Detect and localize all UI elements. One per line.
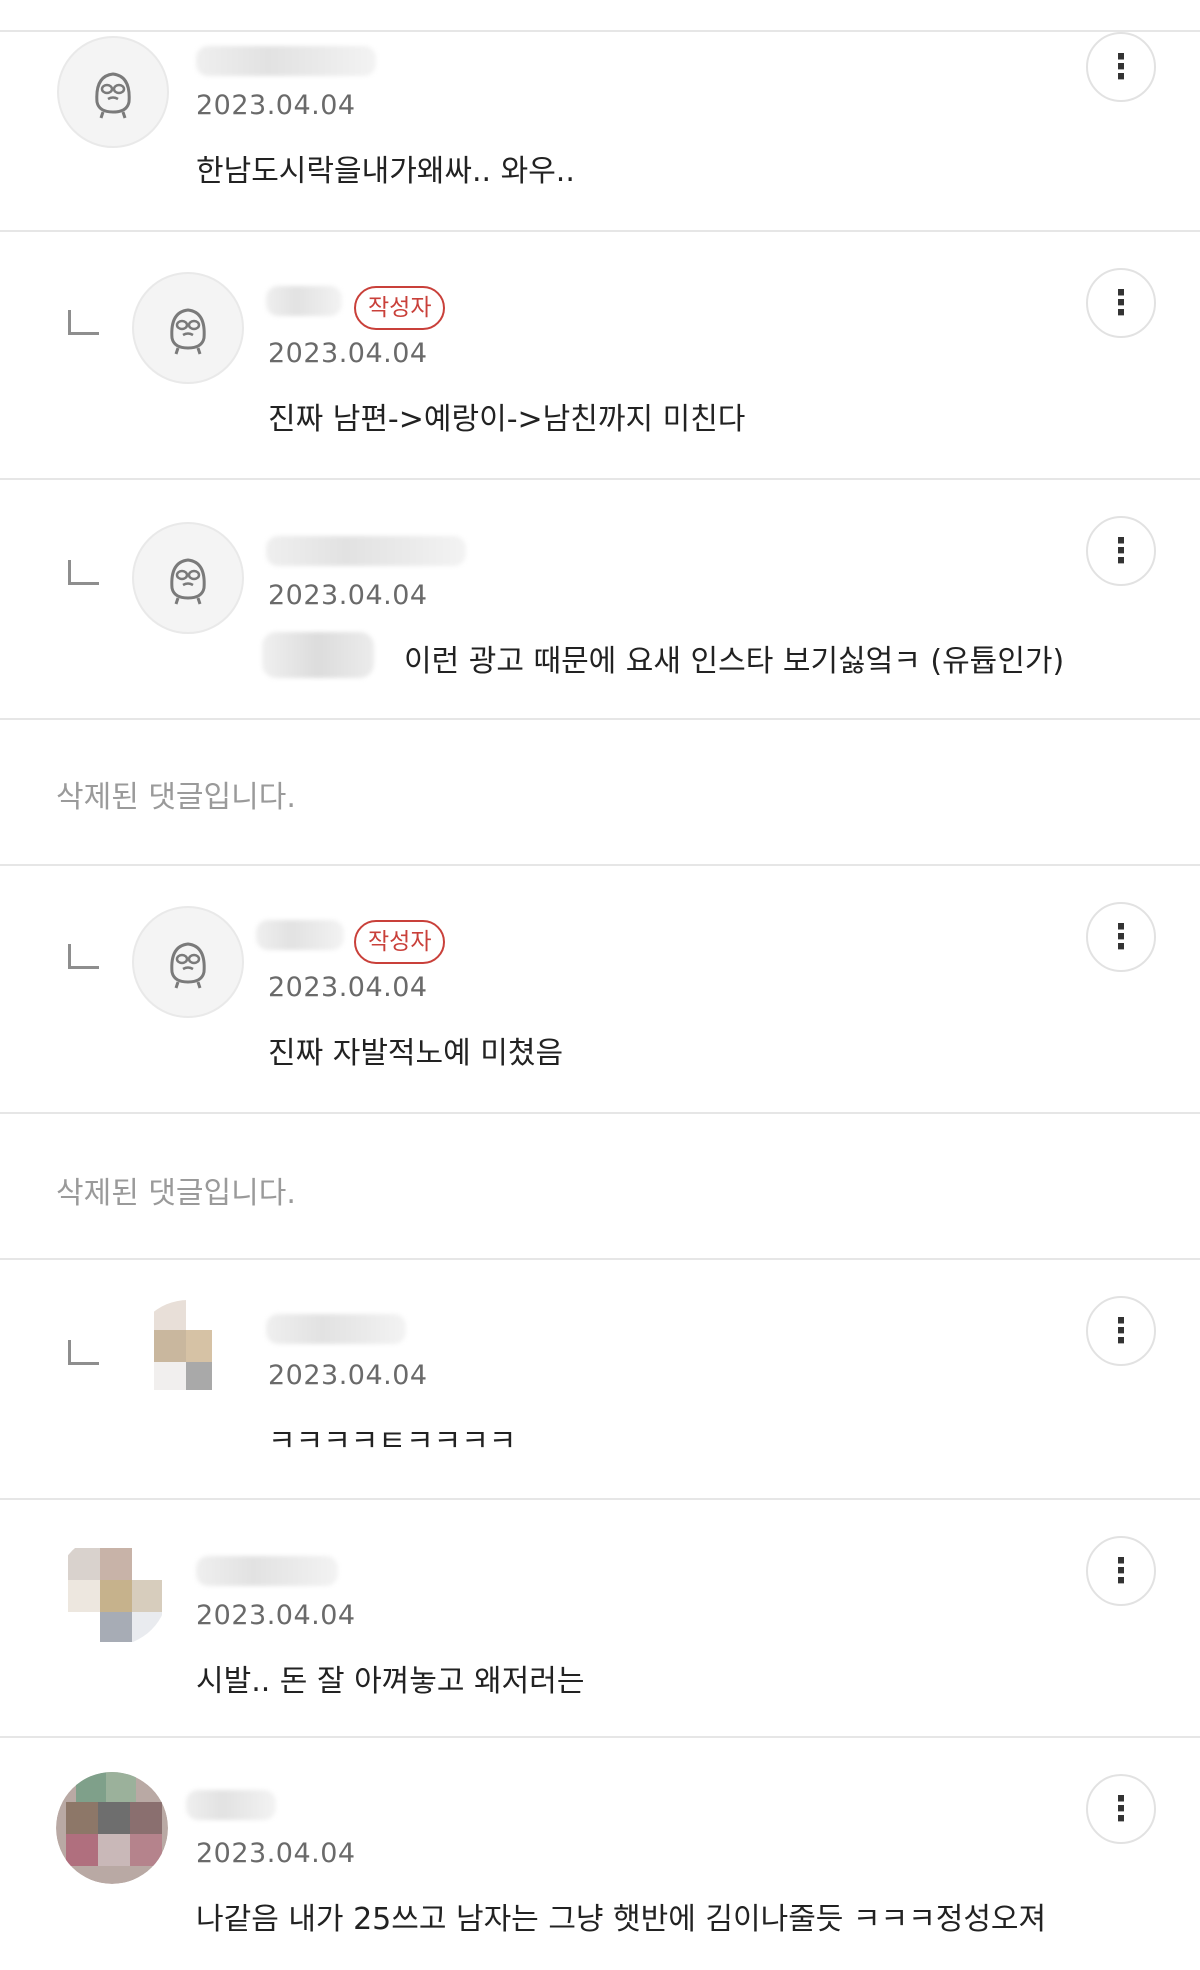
more-vertical-icon: ⋮: [1104, 283, 1138, 323]
pixelated-block: [100, 1612, 132, 1642]
reply-arrow-icon: [68, 560, 99, 585]
username-blurred[interactable]: [196, 1556, 338, 1586]
pixelated-block: [154, 1300, 186, 1330]
reply-arrow-icon: [68, 944, 99, 969]
deleted-comment-text: 삭제된 댓글입니다.: [56, 780, 296, 815]
reply-comment-item: 작성자 2023.04.04 진짜 자발적노예 미쳤음 ⋮: [0, 866, 1200, 1112]
more-vertical-icon: ⋮: [1104, 1789, 1138, 1829]
comment-text: 시발.. 돈 잘 아껴놓고 왜저러는: [196, 1664, 585, 1699]
username-blurred[interactable]: [256, 920, 344, 950]
comment-date: 2023.04.04: [268, 1360, 428, 1391]
pixelated-block: [98, 1802, 130, 1834]
comment-date: 2023.04.04: [268, 338, 428, 369]
username-blurred[interactable]: [186, 1790, 276, 1820]
comment-text: 한남도시락을내가왜싸.. 와우..: [196, 154, 575, 189]
pixelated-block: [130, 1834, 162, 1866]
pixelated-block: [154, 1330, 186, 1362]
username-blurred[interactable]: [196, 46, 376, 76]
pixelated-block: [130, 1802, 162, 1834]
author-badge: 작성자: [354, 286, 446, 330]
deleted-comment-text: 삭제된 댓글입니다.: [56, 1176, 296, 1211]
more-options-button[interactable]: ⋮: [1086, 1536, 1156, 1606]
pixelated-block: [76, 1772, 106, 1802]
pixelated-block: [132, 1580, 162, 1612]
pixelated-block: [68, 1548, 100, 1580]
pixelated-block: [98, 1834, 130, 1866]
profile-photo-avatar[interactable]: [132, 1300, 244, 1412]
profile-photo-avatar[interactable]: [56, 1772, 168, 1884]
comment-item: 2023.04.04 시발.. 돈 잘 아껴놓고 왜저러는 ⋮: [0, 1500, 1200, 1736]
more-vertical-icon: ⋮: [1104, 917, 1138, 957]
comment-date: 2023.04.04: [196, 1838, 356, 1869]
reply-arrow-icon: [68, 1340, 99, 1365]
comment-date: 2023.04.04: [196, 90, 356, 121]
reply-comment-item: 2023.04.04 이런 광고 때문에 요새 인스타 보기싫엌ㅋ (유튭인가)…: [0, 480, 1200, 718]
comment-item: 2023.04.04 나같음 내가 25쓰고 남자는 그냥 햇반에 김이나줄듯 …: [0, 1738, 1200, 1970]
comment-date: 2023.04.04: [196, 1600, 356, 1631]
more-vertical-icon: ⋮: [1104, 531, 1138, 571]
comment-item: 2023.04.04 한남도시락을내가왜싸.. 와우.. ⋮: [0, 32, 1200, 230]
more-options-button[interactable]: ⋮: [1086, 32, 1156, 102]
pixelated-block: [154, 1362, 186, 1390]
default-avatar-icon[interactable]: [57, 36, 169, 148]
comment-date: 2023.04.04: [268, 580, 428, 611]
more-vertical-icon: ⋮: [1104, 1311, 1138, 1351]
profile-photo-avatar[interactable]: [56, 1534, 168, 1646]
comment-text: 나같음 내가 25쓰고 남자는 그냥 햇반에 김이나줄듯 ㅋㅋㅋ정성오져: [196, 1902, 1047, 1937]
more-options-button[interactable]: ⋮: [1086, 1296, 1156, 1366]
comment-text: ㅋㅋㅋㅋㅌㅋㅋㅋㅋ: [268, 1424, 517, 1459]
more-options-button[interactable]: ⋮: [1086, 902, 1156, 972]
pixelated-block: [100, 1580, 132, 1612]
username-blurred[interactable]: [266, 286, 342, 316]
pixelated-block: [132, 1612, 162, 1642]
author-badge: 작성자: [354, 920, 446, 964]
pixelated-block: [186, 1362, 212, 1390]
more-vertical-icon: ⋮: [1104, 1551, 1138, 1591]
comment-date: 2023.04.04: [268, 972, 428, 1003]
reply-arrow-icon: [68, 310, 99, 335]
reply-comment-item: 2023.04.04 ㅋㅋㅋㅋㅌㅋㅋㅋㅋ ⋮: [0, 1260, 1200, 1498]
more-options-button[interactable]: ⋮: [1086, 516, 1156, 586]
more-options-button[interactable]: ⋮: [1086, 1774, 1156, 1844]
deleted-comment: 삭제된 댓글입니다.: [0, 720, 1200, 864]
more-options-button[interactable]: ⋮: [1086, 268, 1156, 338]
comment-text: 진짜 남편->예랑이->남친까지 미친다: [268, 402, 746, 437]
username-blurred[interactable]: [266, 1314, 406, 1344]
mention-blurred[interactable]: [262, 632, 374, 678]
comment-text: 진짜 자발적노예 미쳤음: [268, 1036, 564, 1071]
pixelated-block: [66, 1802, 98, 1834]
pixelated-block: [106, 1772, 136, 1802]
reply-comment-item: 작성자 2023.04.04 진짜 남편->예랑이->남친까지 미친다 ⋮: [0, 232, 1200, 478]
deleted-comment: 삭제된 댓글입니다.: [0, 1114, 1200, 1258]
pixelated-block: [186, 1330, 212, 1362]
default-avatar-icon[interactable]: [132, 906, 244, 1018]
more-vertical-icon: ⋮: [1104, 47, 1138, 87]
default-avatar-icon[interactable]: [132, 272, 244, 384]
pixelated-block: [100, 1548, 132, 1580]
pixelated-block: [68, 1580, 100, 1612]
comment-text: 이런 광고 때문에 요새 인스타 보기싫엌ㅋ (유튭인가): [404, 644, 1065, 679]
username-blurred[interactable]: [266, 536, 466, 566]
pixelated-block: [66, 1834, 98, 1866]
default-avatar-icon[interactable]: [132, 522, 244, 634]
